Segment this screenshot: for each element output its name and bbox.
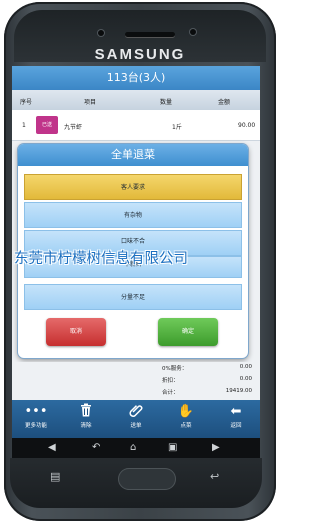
reason-option-customer-request[interactable]: 客人要求 [24, 174, 242, 200]
earpiece-speaker [125, 32, 175, 37]
confirm-button[interactable]: 确定 [158, 318, 218, 346]
page-title: 113台(3人) [12, 66, 260, 90]
discount-label: 折扣： [162, 378, 179, 384]
bottom-toolbar: ••• 更多功能 清除 送单 ✋ 点菜 ⬅ 返回 [12, 400, 260, 438]
order-summary: 0%服务： 0.00 折扣： 0.00 合计： 19419.00 [12, 362, 260, 400]
volume-up-icon[interactable]: ▶ [212, 440, 220, 456]
reason-option-foreign-object[interactable]: 有杂物 [24, 202, 242, 228]
paperclip-icon [116, 403, 156, 421]
more-functions-label: 更多功能 [24, 423, 47, 429]
phone-bottom-bezel: ▤ ↩ [10, 458, 262, 508]
service-charge-label: 0%服务： [162, 366, 188, 372]
reason-option-small-portion[interactable]: 分量不足 [24, 284, 242, 310]
hand-icon: ✋ [177, 404, 195, 419]
more-icon: ••• [24, 404, 48, 419]
back-button[interactable]: ⬅ 返回 [216, 403, 256, 429]
volume-down-icon[interactable]: ◀ [48, 440, 56, 456]
trash-icon [66, 403, 106, 421]
back-nav-icon[interactable]: ↶ [92, 440, 100, 456]
discount-value: 0.00 [239, 376, 252, 382]
menu-key-icon[interactable]: ▤ [50, 470, 60, 483]
row-number: 1 [22, 122, 26, 129]
table-row[interactable]: 1 已送 九节虾 1斤 90.00 [12, 110, 260, 141]
dialog-title: 全单退菜 [18, 144, 248, 166]
order-dishes-button[interactable]: ✋ 点菜 [166, 403, 206, 429]
item-quantity: 1斤 [172, 124, 182, 131]
reason-label-bad-taste: 口味不合 [120, 238, 145, 245]
column-header-item: 项目 [84, 99, 97, 106]
cancel-button[interactable]: 取消 [46, 318, 106, 346]
home-nav-icon[interactable]: ⌂ [130, 440, 136, 456]
home-hardware-button[interactable] [118, 468, 176, 490]
send-order-label: 送单 [130, 423, 142, 429]
back-label: 返回 [230, 423, 242, 429]
item-amount: 90.00 [238, 122, 256, 129]
company-watermark: 东莞市柠檬树信息有限公司 [14, 251, 188, 267]
back-key-icon[interactable]: ↩ [210, 470, 219, 483]
android-nav-bar: ◀ ↶ ⌂ ▣ ▶ [12, 438, 260, 458]
clear-button[interactable]: 清除 [66, 403, 106, 429]
status-badge: 已送 [36, 116, 58, 134]
clear-label: 清除 [80, 423, 92, 429]
service-charge-value: 0.00 [239, 364, 252, 370]
column-header-qty: 数量 [160, 99, 173, 106]
front-camera-icon [190, 29, 196, 35]
order-dishes-label: 点菜 [180, 423, 192, 429]
recent-apps-icon[interactable]: ▣ [168, 440, 177, 456]
total-label: 合计： [162, 390, 179, 396]
column-header-no: 序号 [20, 99, 33, 106]
total-value: 19419.00 [225, 388, 252, 394]
send-order-button[interactable]: 送单 [116, 403, 156, 429]
brand-logo: SAMSUNG [94, 46, 186, 63]
table-header: 序号 项目 数量 金额 [12, 90, 260, 111]
column-header-amount: 金额 [218, 99, 231, 106]
item-name: 九节虾 [64, 124, 83, 131]
proximity-sensor [98, 30, 104, 36]
more-functions-button[interactable]: ••• 更多功能 [16, 403, 56, 429]
back-arrow-icon: ⬅ [230, 404, 242, 419]
